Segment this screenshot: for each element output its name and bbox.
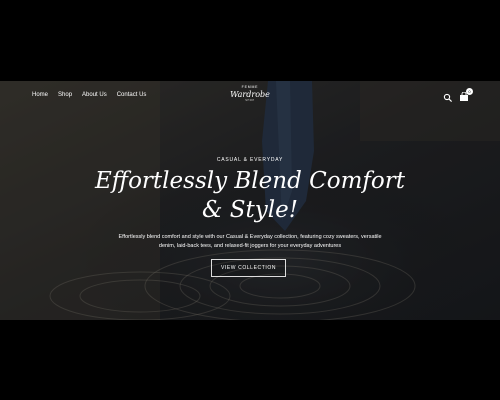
hero-headline-line-1: Effortlessly Blend Comfort [95, 168, 405, 194]
nav-link-about-us[interactable]: About Us [82, 92, 107, 98]
cart-count-badge: 0 [466, 88, 473, 95]
hero-eyebrow: CASUAL & EVERYDAY [216, 157, 284, 163]
nav-link-home[interactable]: Home [32, 92, 48, 98]
nav-links: Home Shop About Us Contact Us [32, 92, 146, 98]
nav-link-contact-us[interactable]: Contact Us [117, 92, 147, 98]
brand-top-text: FEMME [241, 85, 259, 89]
brand-sub-text: SHOP [245, 99, 255, 102]
view-collection-button[interactable]: VIEW COLLECTION [211, 259, 286, 277]
hero-headline-line-2: & Style! [202, 197, 298, 223]
nav-link-shop[interactable]: Shop [58, 92, 72, 98]
brand-name: Wardrobe [230, 90, 270, 99]
cart-button[interactable]: 0 [459, 88, 473, 103]
brand-logo[interactable]: FEMME Wardrobe SHOP [200, 85, 300, 102]
hero-description-line-2: denim, laid-back tees, and relaxed-fit j… [158, 243, 342, 249]
hero-description: Effortlessly blend comfort and style wit… [100, 233, 400, 251]
main-navigation: Home Shop About Us Contact Us FEMME Ward… [0, 81, 500, 113]
hero-description-line-1: Effortlessly blend comfort and style wit… [118, 234, 382, 240]
hero-banner: Home Shop About Us Contact Us FEMME Ward… [0, 81, 500, 320]
search-icon[interactable] [443, 90, 453, 103]
hero-headline: Effortlessly Blend Comfort & Style! [90, 167, 410, 225]
